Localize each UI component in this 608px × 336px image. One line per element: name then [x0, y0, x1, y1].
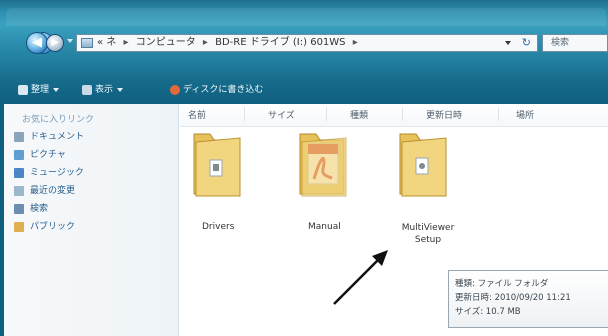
tooltip-size: サイズ: 10.7 MB	[455, 307, 521, 317]
tooltip-type: 種類: ファイル フォルダ	[455, 279, 549, 289]
folder-tooltip: 種類: ファイル フォルダ 更新日時: 2010/09/20 11:21 サイズ…	[448, 270, 608, 328]
tooltip-modified: 更新日時: 2010/09/20 11:21	[455, 293, 571, 303]
